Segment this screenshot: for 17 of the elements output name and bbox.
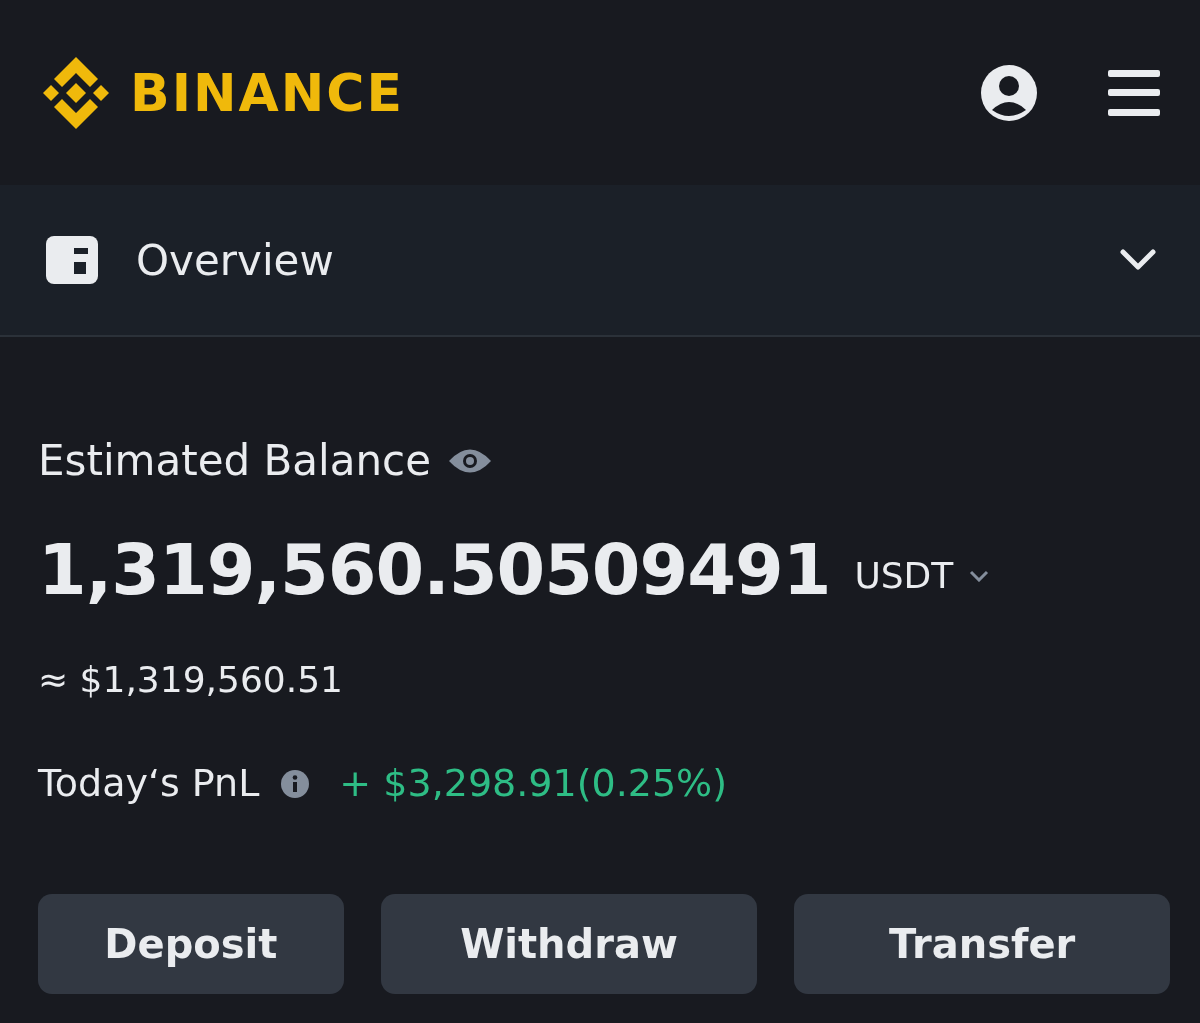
approx-value: ≈ $1,319,560.51 — [38, 659, 343, 700]
info-icon[interactable] — [281, 769, 310, 798]
currency-label: USDT — [854, 553, 954, 598]
section-title: Overview — [136, 234, 334, 287]
menu-icon[interactable] — [1108, 67, 1160, 118]
wallet-icon — [46, 236, 98, 284]
balance-amount: 1,319,560.50509491 — [38, 528, 831, 613]
logo-text: BINANCE — [130, 61, 404, 125]
action-button[interactable]: Deposit — [38, 894, 344, 994]
account-icon[interactable] — [980, 63, 1038, 122]
pnl-value: + $3,298.91(0.25%) — [339, 760, 728, 807]
balance-label: Estimated Balance — [38, 435, 432, 487]
action-button[interactable]: Transfer — [794, 894, 1170, 994]
pnl-label: Today‘s PnL — [38, 760, 260, 807]
chevron-down-icon[interactable] — [1120, 249, 1156, 271]
action-button[interactable]: Withdraw — [380, 894, 758, 994]
caret-icon[interactable] — [969, 569, 990, 582]
